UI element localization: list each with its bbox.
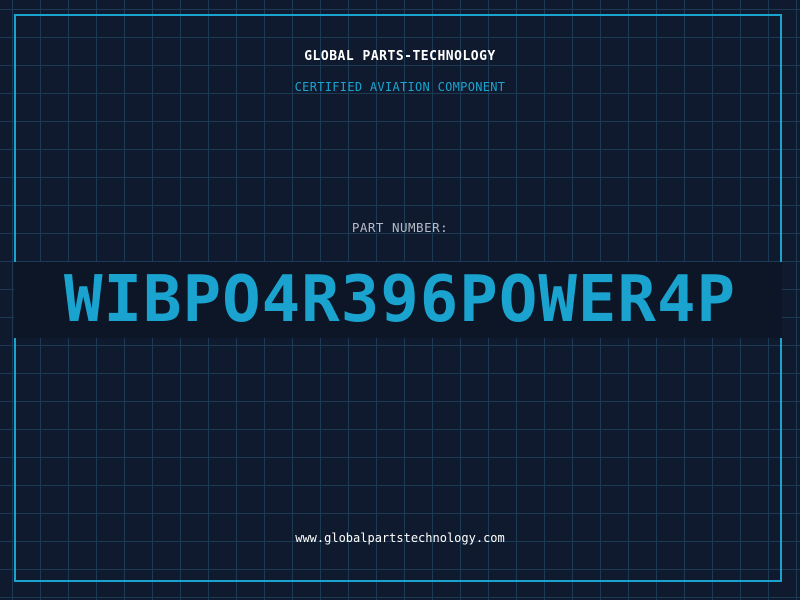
part-number-value: WIBPO4R396POWER4P: [63, 263, 737, 337]
brand-title: GLOBAL PARTS-TECHNOLOGY: [304, 49, 496, 64]
certification-subtitle: CERTIFIED AVIATION COMPONENT: [294, 80, 506, 94]
website-url: www.globalpartstechnology.com: [295, 531, 505, 545]
part-number-label: PART NUMBER:: [351, 220, 449, 235]
